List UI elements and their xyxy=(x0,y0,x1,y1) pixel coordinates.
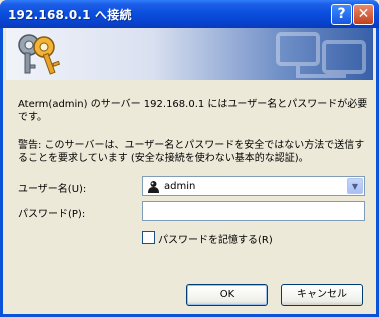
prompt-message: Aterm(admin) のサーバー 192.168.0.1 にはユーザー名とパ… xyxy=(18,99,368,123)
title-bar[interactable]: 192.168.0.1 へ接続 ? ✕ xyxy=(0,0,379,28)
keys-icon xyxy=(18,34,61,75)
chevron-down-icon[interactable]: ▼ xyxy=(347,178,363,194)
username-combobox[interactable]: admin ▼ xyxy=(142,176,365,196)
password-field[interactable] xyxy=(142,201,365,221)
login-dialog: 192.168.0.1 へ接続 ? ✕ Aterm(admin) のサーバー 1… xyxy=(0,0,379,317)
cancel-button[interactable]: キャンセル xyxy=(281,284,363,306)
help-button[interactable]: ? xyxy=(331,4,352,25)
close-button[interactable]: ✕ xyxy=(353,4,374,25)
security-warning: 警告: このサーバーは、ユーザー名とパスワードを安全ではない方法で送信することを… xyxy=(18,140,365,164)
remember-password-checkbox[interactable] xyxy=(142,231,155,244)
password-label: パスワード(P): xyxy=(18,209,86,220)
network-watermark-icon xyxy=(276,32,366,78)
window-title: 192.168.0.1 へ接続 xyxy=(8,8,132,22)
dialog-banner xyxy=(6,28,373,80)
ok-button[interactable]: OK xyxy=(186,284,268,306)
remember-password-label[interactable]: パスワードを記憶する(R) xyxy=(158,231,273,246)
user-icon xyxy=(148,181,159,193)
username-label: ユーザー名(U): xyxy=(18,184,87,195)
username-value: admin xyxy=(164,181,196,192)
